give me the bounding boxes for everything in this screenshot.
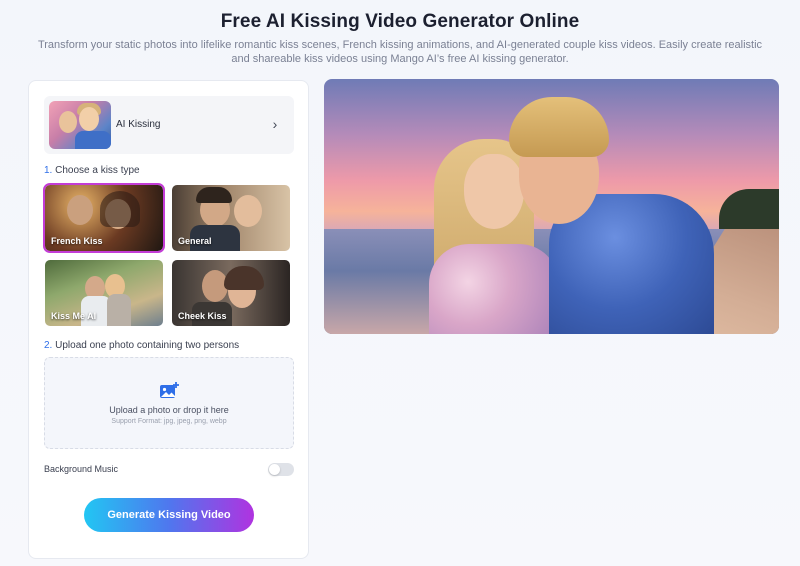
step1-label: Choose a kiss type (55, 165, 140, 176)
step1-heading: 1. Choose a kiss type (44, 165, 140, 176)
kiss-type-kiss-me-ai[interactable]: Kiss Me AI (45, 260, 163, 326)
kiss-type-label: Kiss Me AI (51, 311, 97, 321)
chevron-right-icon: › (272, 116, 278, 132)
preview-image (324, 79, 779, 334)
step1-number: 1. (44, 165, 53, 176)
generate-video-button[interactable]: Generate Kissing Video (84, 498, 254, 532)
upload-format-hint: Support Format: jpg, jpeg, png, webp (111, 418, 227, 425)
page-subtitle: Transform your static photos into lifeli… (37, 39, 763, 65)
kiss-type-french-kiss[interactable]: French Kiss (43, 183, 165, 253)
background-music-label: Background Music (44, 464, 119, 474)
kiss-type-general[interactable]: General (172, 185, 290, 251)
kiss-type-label: General (178, 236, 212, 246)
step2-label: Upload one photo containing two persons (55, 340, 240, 351)
step2-heading: 2. Upload one photo containing two perso… (44, 340, 239, 351)
toggle-knob (269, 464, 280, 475)
kiss-type-cheek-kiss[interactable]: Cheek Kiss (172, 260, 290, 326)
photo-upload-dropzone[interactable]: Upload a photo or drop it here Support F… (44, 357, 294, 449)
background-music-toggle[interactable] (268, 463, 294, 476)
image-add-icon (160, 382, 179, 398)
page-title: Free AI Kissing Video Generator Online (220, 11, 580, 32)
step2-number: 2. (44, 340, 53, 351)
generator-panel: AI Kissing › 1. Choose a kiss type Frenc… (28, 80, 309, 559)
model-thumbnail (49, 101, 111, 149)
kiss-type-label: French Kiss (51, 236, 103, 246)
kiss-type-label: Cheek Kiss (178, 311, 227, 321)
model-selector[interactable]: AI Kissing › (44, 96, 294, 154)
upload-instruction: Upload a photo or drop it here (109, 405, 229, 415)
model-label: AI Kissing (116, 119, 161, 130)
